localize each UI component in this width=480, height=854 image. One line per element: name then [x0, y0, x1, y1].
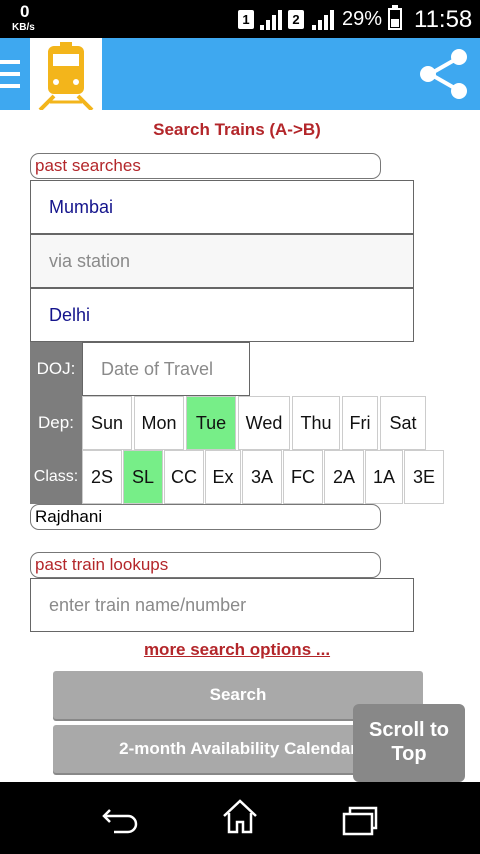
- home-icon[interactable]: [220, 798, 260, 836]
- class-fc[interactable]: FC: [283, 450, 323, 504]
- battery-icon: [388, 8, 402, 30]
- more-search-options-link[interactable]: more search options ...: [0, 640, 474, 660]
- class-sl[interactable]: SL: [123, 450, 163, 504]
- share-icon[interactable]: [418, 48, 470, 100]
- scroll-to-top-button[interactable]: Scroll to Top: [353, 704, 465, 782]
- train-type-dropdown[interactable]: Rajdhani: [30, 504, 381, 530]
- class-3e[interactable]: 3E: [404, 450, 444, 504]
- day-fri[interactable]: Fri: [342, 396, 378, 450]
- recents-icon[interactable]: [340, 804, 380, 836]
- clock: 11:58: [414, 6, 473, 33]
- past-searches-dropdown[interactable]: past searches: [30, 153, 381, 179]
- via-station-input[interactable]: via station: [30, 234, 414, 288]
- day-thu[interactable]: Thu: [292, 396, 340, 450]
- to-station-input[interactable]: Delhi: [30, 288, 414, 342]
- class-2s[interactable]: 2S: [82, 450, 122, 504]
- from-station-input[interactable]: Mumbai: [30, 180, 414, 234]
- past-train-lookups-dropdown[interactable]: past train lookups: [30, 552, 381, 578]
- sim1-icon: 1: [238, 10, 254, 29]
- day-sun[interactable]: Sun: [82, 396, 132, 450]
- network-speed-unit: KB/s: [12, 22, 35, 33]
- class-1a[interactable]: 1A: [365, 450, 403, 504]
- signal-icon: [260, 10, 282, 30]
- day-sat[interactable]: Sat: [380, 396, 426, 450]
- dep-label: Dep:: [30, 396, 82, 450]
- train-name-input[interactable]: enter train name/number: [30, 578, 414, 632]
- sim2-icon: 2: [288, 10, 304, 29]
- network-speed-value: 0: [20, 2, 30, 21]
- class-label: Class:: [30, 450, 82, 504]
- day-mon[interactable]: Mon: [134, 396, 184, 450]
- doj-label: DOJ:: [30, 342, 82, 396]
- class-2a[interactable]: 2A: [324, 450, 364, 504]
- class-ex[interactable]: Ex: [205, 450, 241, 504]
- back-icon[interactable]: [100, 802, 140, 836]
- class-3a[interactable]: 3A: [242, 450, 282, 504]
- day-tue[interactable]: Tue: [186, 396, 236, 450]
- day-wed[interactable]: Wed: [238, 396, 290, 450]
- page-title: Search Trains (A->B): [153, 120, 321, 139]
- hamburger-icon[interactable]: [0, 58, 22, 92]
- battery-percent: 29%: [342, 8, 383, 30]
- signal-icon: [312, 10, 334, 30]
- date-of-travel-input[interactable]: Date of Travel: [82, 342, 250, 396]
- train-icon: [38, 42, 94, 112]
- app-logo: [30, 38, 102, 112]
- class-cc[interactable]: CC: [164, 450, 204, 504]
